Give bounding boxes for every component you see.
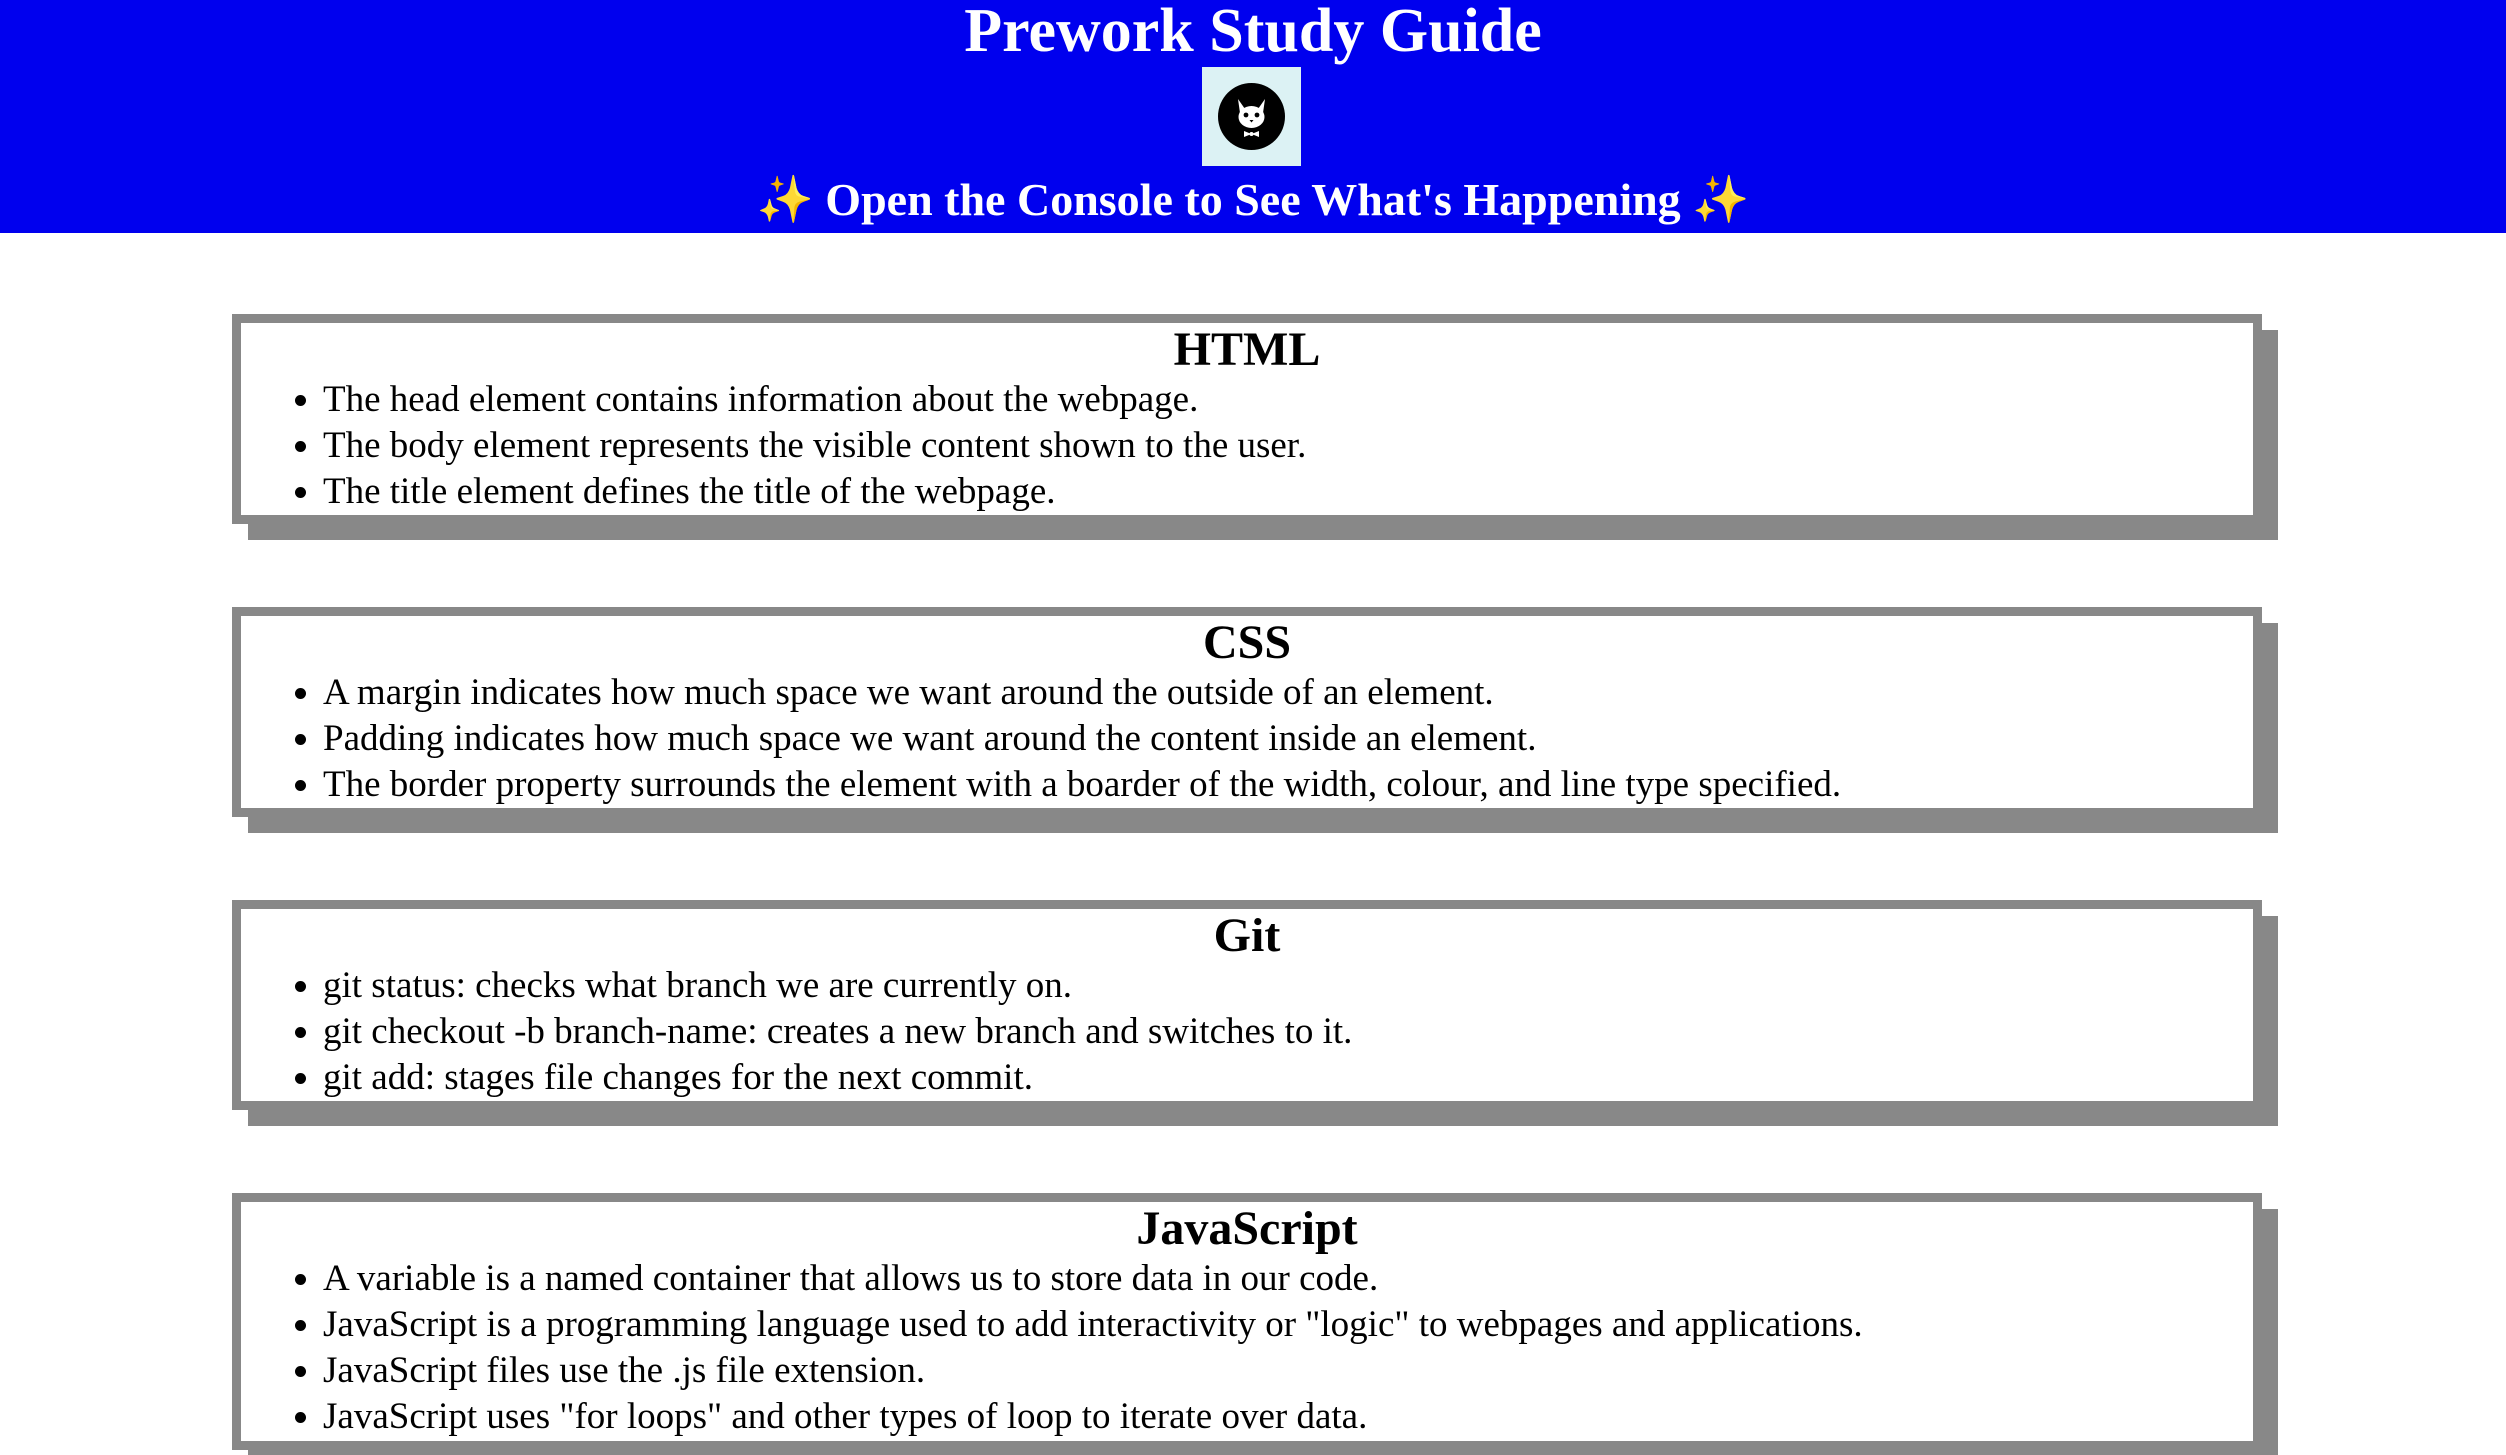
sparkle-icon: ✨: [756, 174, 814, 225]
list-item: A variable is a named container that all…: [323, 1256, 2253, 1302]
section-list: The head element contains information ab…: [241, 377, 2253, 515]
section-list: git status: checks what branch we are cu…: [241, 963, 2253, 1101]
list-item: A margin indicates how much space we wan…: [323, 670, 2253, 716]
list-item: The head element contains information ab…: [323, 377, 2253, 423]
section-list: A variable is a named container that all…: [241, 1256, 2253, 1440]
section-heading: CSS: [1202, 616, 1292, 669]
section-git: Git git status: checks what branch we ar…: [232, 900, 2262, 1110]
list-item: The title element defines the title of t…: [323, 469, 2253, 515]
list-item: JavaScript is a programming language use…: [323, 1302, 2253, 1348]
list-item: JavaScript files use the .js file extens…: [323, 1348, 2253, 1394]
page-subtitle: ✨ Open the Console to See What's Happeni…: [0, 170, 2506, 230]
list-item: The body element represents the visible …: [323, 423, 2253, 469]
section-heading: Git: [1213, 909, 1281, 962]
cat-logo-icon: [1218, 83, 1285, 150]
list-item: git checkout -b branch-name: creates a n…: [323, 1009, 2253, 1055]
section-css: CSS A margin indicates how much space we…: [232, 607, 2262, 817]
section-heading: HTML: [1173, 323, 1321, 376]
subtitle-text: Open the Console to See What's Happening: [825, 174, 1681, 225]
list-item: Padding indicates how much space we want…: [323, 716, 2253, 762]
section-javascript: JavaScript A variable is a named contain…: [232, 1193, 2262, 1450]
section-heading: JavaScript: [1136, 1202, 1358, 1255]
list-item: JavaScript uses "for loops" and other ty…: [323, 1394, 2253, 1440]
page-header: Prework Study Guide ✨ Open the Console t…: [0, 0, 2506, 233]
logo: [1202, 67, 1301, 166]
list-item: git add: stages file changes for the nex…: [323, 1055, 2253, 1101]
list-item: The border property surrounds the elemen…: [323, 762, 2253, 808]
page-title: Prework Study Guide: [964, 0, 1542, 65]
section-list: A margin indicates how much space we wan…: [241, 670, 2253, 808]
sparkle-icon: ✨: [1692, 174, 1750, 225]
list-item: git status: checks what branch we are cu…: [323, 963, 2253, 1009]
section-html: HTML The head element contains informati…: [232, 314, 2262, 524]
